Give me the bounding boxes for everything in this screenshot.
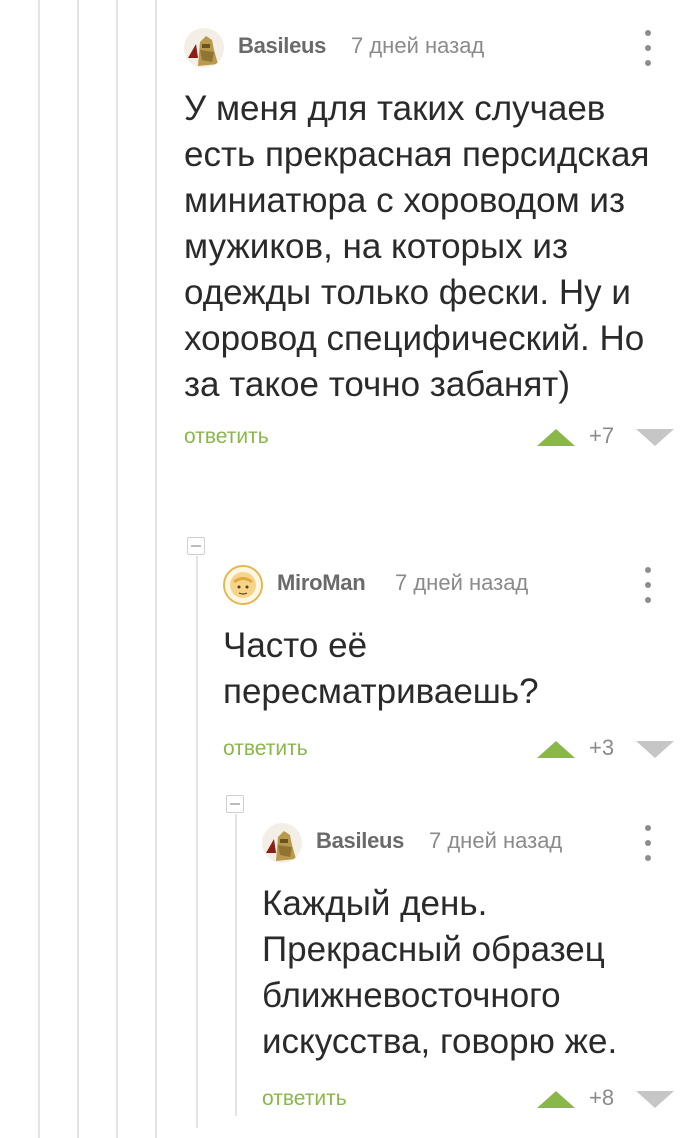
reply-button[interactable]: ответить bbox=[184, 425, 269, 449]
comment-header: Basileus 7 дней назад bbox=[262, 823, 680, 863]
vertical-dots-icon[interactable] bbox=[643, 30, 653, 66]
thread-line-6 bbox=[235, 814, 237, 1116]
username[interactable]: Basileus bbox=[238, 33, 326, 59]
comment-text: Часто её пересматриваешь? bbox=[223, 626, 539, 711]
thread-line-2 bbox=[77, 0, 79, 1138]
avatar[interactable] bbox=[223, 565, 263, 605]
reply-button[interactable]: ответить bbox=[223, 737, 308, 761]
comment: Basileus 7 дней назад Каждый день. Прекр… bbox=[262, 823, 680, 1117]
comment-time: 7 дней назад bbox=[351, 33, 485, 58]
username[interactable]: MiroMan bbox=[277, 570, 366, 596]
rating: +7 bbox=[589, 423, 615, 448]
comment-footer: ответить +8 bbox=[262, 1083, 680, 1117]
comment-text: У меня для таких случаев есть прекрасная… bbox=[184, 89, 650, 404]
triangle-down-icon[interactable] bbox=[636, 741, 674, 758]
comment: MiroMan 7 дней назад Часто её пересматри… bbox=[223, 565, 680, 767]
comment: Basileus 7 дней назад У меня для таких с… bbox=[184, 28, 680, 455]
avatar[interactable] bbox=[184, 28, 224, 68]
rating: +8 bbox=[589, 1085, 615, 1110]
vertical-dots-icon[interactable] bbox=[643, 567, 653, 603]
thread-line-1 bbox=[38, 0, 40, 1138]
triangle-up-icon[interactable] bbox=[537, 1091, 575, 1108]
collapse-thread-button[interactable] bbox=[226, 795, 244, 813]
thread-line-3 bbox=[116, 0, 118, 1138]
vertical-dots-icon[interactable] bbox=[643, 825, 653, 861]
reply-button[interactable]: ответить bbox=[262, 1087, 347, 1111]
comment-header: Basileus 7 дней назад bbox=[184, 28, 680, 68]
triangle-down-icon[interactable] bbox=[636, 1091, 674, 1108]
username[interactable]: Basileus bbox=[316, 828, 404, 854]
avatar[interactable] bbox=[262, 823, 302, 863]
comment-time: 7 дней назад bbox=[395, 570, 529, 595]
comment-footer: ответить +3 bbox=[223, 733, 680, 767]
triangle-down-icon[interactable] bbox=[636, 429, 674, 446]
comment-time: 7 дней назад bbox=[429, 828, 563, 853]
thread-line-4 bbox=[155, 0, 157, 1138]
rating: +3 bbox=[589, 735, 615, 760]
triangle-up-icon[interactable] bbox=[537, 741, 575, 758]
triangle-up-icon[interactable] bbox=[537, 429, 575, 446]
thread-line-5 bbox=[196, 556, 198, 1128]
comment-footer: ответить +7 bbox=[184, 421, 680, 455]
comment-header: MiroMan 7 дней назад bbox=[223, 565, 680, 605]
comment-text: Каждый день. Прекрасный образец ближнево… bbox=[262, 884, 618, 1061]
collapse-thread-button[interactable] bbox=[187, 537, 205, 555]
